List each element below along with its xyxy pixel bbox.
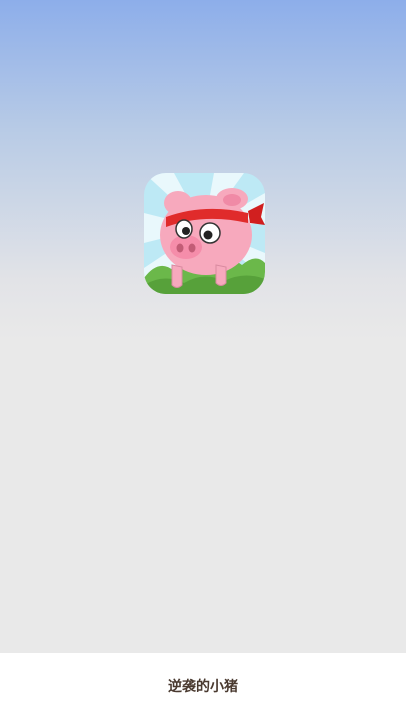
splash-background [0, 0, 406, 653]
pig-headband-icon [144, 173, 265, 294]
app-name: 逆袭的小猪 [168, 679, 238, 695]
